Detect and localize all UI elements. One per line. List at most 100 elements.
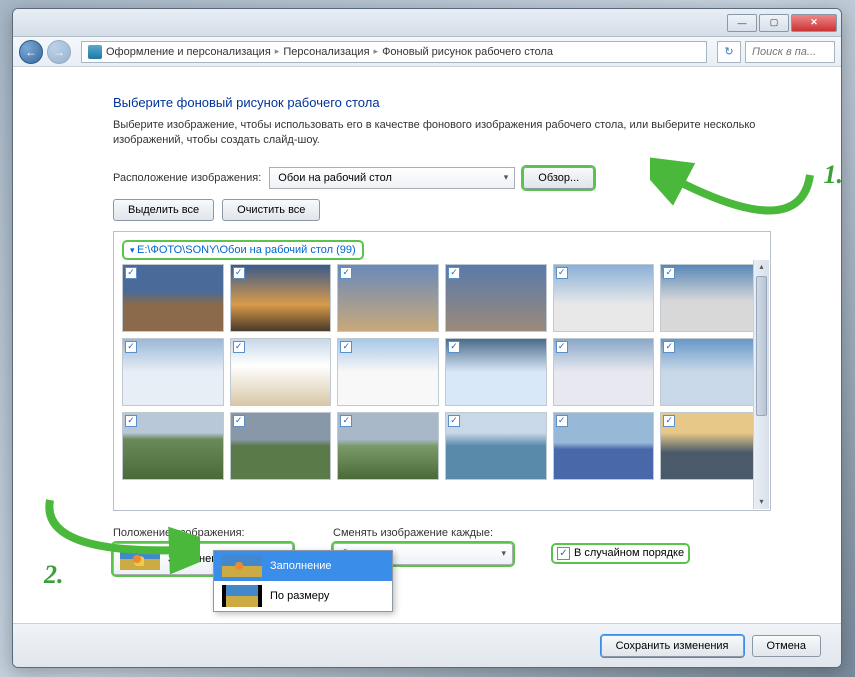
thumbnail-checkbox[interactable]: ✓ bbox=[233, 415, 245, 427]
thumbnail[interactable]: ✓ bbox=[553, 264, 655, 332]
thumbnail[interactable]: ✓ bbox=[553, 412, 655, 480]
thumbnail-image bbox=[661, 339, 761, 405]
thumbnail-image bbox=[554, 413, 654, 479]
chevron-right-icon: ▸ bbox=[275, 46, 280, 57]
close-button[interactable]: ✕ bbox=[791, 14, 837, 32]
location-label: Расположение изображения: bbox=[113, 172, 261, 184]
thumbnail[interactable]: ✓ bbox=[337, 412, 439, 480]
thumbnail-checkbox[interactable]: ✓ bbox=[125, 415, 137, 427]
thumbnail-checkbox[interactable]: ✓ bbox=[340, 415, 352, 427]
save-button[interactable]: Сохранить изменения bbox=[601, 635, 744, 657]
shuffle-column: ✓ В случайном порядке bbox=[553, 527, 688, 562]
thumbnail-image bbox=[123, 265, 223, 331]
thumbnail-grid: ✓ ✓ ✓ ✓ ✓ ✓ ✓ ✓ ✓ ✓ ✓ ✓ ✓ ✓ ✓ ✓ ✓ ✓ bbox=[122, 264, 762, 480]
thumbnail-image bbox=[661, 413, 761, 479]
back-button[interactable]: ← bbox=[19, 40, 43, 64]
thumbnail-image bbox=[446, 413, 546, 479]
thumbnail[interactable]: ✓ bbox=[122, 412, 224, 480]
breadcrumb-item[interactable]: Персонализация bbox=[283, 46, 369, 58]
thumbnail[interactable]: ✓ bbox=[230, 412, 332, 480]
thumbnail[interactable]: ✓ bbox=[660, 412, 762, 480]
scroll-up-icon[interactable]: ▴ bbox=[754, 260, 769, 274]
gallery: E:\ФОТО\SONY\Обои на рабочий стол (99) ✓… bbox=[113, 231, 771, 511]
thumbnail-checkbox[interactable]: ✓ bbox=[125, 267, 137, 279]
thumbnail-checkbox[interactable]: ✓ bbox=[233, 267, 245, 279]
thumbnail-checkbox[interactable]: ✓ bbox=[233, 341, 245, 353]
fill-thumbnail-icon bbox=[222, 555, 262, 577]
search-input[interactable] bbox=[745, 41, 835, 63]
browse-button[interactable]: Обзор... bbox=[523, 167, 594, 189]
dropdown-option-fit[interactable]: По размеру bbox=[214, 581, 392, 611]
dropdown-option-label: По размеру bbox=[270, 590, 329, 602]
thumbnail[interactable]: ✓ bbox=[445, 412, 547, 480]
thumbnail-checkbox[interactable]: ✓ bbox=[448, 415, 460, 427]
minimize-button[interactable]: — bbox=[727, 14, 757, 32]
thumbnail-checkbox[interactable]: ✓ bbox=[663, 341, 675, 353]
footer: Сохранить изменения Отмена bbox=[13, 623, 841, 667]
cancel-button[interactable]: Отмена bbox=[752, 635, 821, 657]
thumbnail-image bbox=[231, 339, 331, 405]
navbar: ← → Оформление и персонализация ▸ Персон… bbox=[13, 37, 841, 67]
thumbnail[interactable]: ✓ bbox=[445, 264, 547, 332]
thumbnail-image bbox=[231, 265, 331, 331]
scroll-down-icon[interactable]: ▾ bbox=[754, 495, 769, 509]
annotation-2: 2. bbox=[44, 560, 64, 590]
thumbnail-checkbox[interactable]: ✓ bbox=[340, 267, 352, 279]
options-row: Положение изображения: Заполнение Сменят… bbox=[113, 527, 771, 575]
thumbnail-checkbox[interactable]: ✓ bbox=[448, 341, 460, 353]
position-dropdown: Заполнение По размеру bbox=[213, 550, 393, 612]
thumbnail-checkbox[interactable]: ✓ bbox=[663, 415, 675, 427]
gallery-path[interactable]: E:\ФОТО\SONY\Обои на рабочий стол (99) bbox=[124, 242, 362, 258]
annotation-1: 1. bbox=[824, 160, 844, 190]
thumbnail[interactable]: ✓ bbox=[553, 338, 655, 406]
thumbnail-image bbox=[446, 339, 546, 405]
clear-all-button[interactable]: Очистить все bbox=[222, 199, 320, 221]
thumbnail[interactable]: ✓ bbox=[337, 264, 439, 332]
breadcrumb[interactable]: Оформление и персонализация ▸ Персонализ… bbox=[81, 41, 707, 63]
selection-buttons-row: Выделить все Очистить все bbox=[113, 199, 771, 221]
control-panel-icon bbox=[88, 45, 102, 59]
scroll-thumb[interactable] bbox=[756, 276, 767, 416]
thumbnail[interactable]: ✓ bbox=[122, 338, 224, 406]
thumbnail-checkbox[interactable]: ✓ bbox=[556, 341, 568, 353]
thumbnail[interactable]: ✓ bbox=[660, 264, 762, 332]
select-all-button[interactable]: Выделить все bbox=[113, 199, 214, 221]
dropdown-option-fill[interactable]: Заполнение bbox=[214, 551, 392, 581]
refresh-button[interactable]: ↻ bbox=[717, 41, 741, 63]
thumbnail[interactable]: ✓ bbox=[230, 338, 332, 406]
location-value: Обои на рабочий стол bbox=[278, 172, 392, 184]
thumbnail[interactable]: ✓ bbox=[660, 338, 762, 406]
checkbox-icon: ✓ bbox=[557, 547, 570, 560]
fit-thumbnail-icon bbox=[222, 585, 262, 607]
thumbnail-checkbox[interactable]: ✓ bbox=[663, 267, 675, 279]
page-title: Выберите фоновый рисунок рабочего стола bbox=[113, 95, 771, 110]
thumbnail[interactable]: ✓ bbox=[337, 338, 439, 406]
breadcrumb-item[interactable]: Фоновый рисунок рабочего стола bbox=[382, 46, 553, 58]
forward-button[interactable]: → bbox=[47, 40, 71, 64]
thumbnail-image bbox=[554, 265, 654, 331]
breadcrumb-item[interactable]: Оформление и персонализация bbox=[106, 46, 271, 58]
window: — ▢ ✕ ← → Оформление и персонализация ▸ … bbox=[12, 8, 842, 668]
thumbnail-image bbox=[338, 413, 438, 479]
thumbnail[interactable]: ✓ bbox=[445, 338, 547, 406]
thumbnail[interactable]: ✓ bbox=[122, 264, 224, 332]
thumbnail[interactable]: ✓ bbox=[230, 264, 332, 332]
thumbnail-checkbox[interactable]: ✓ bbox=[340, 341, 352, 353]
thumbnail-image bbox=[661, 265, 761, 331]
location-select[interactable]: Обои на рабочий стол bbox=[269, 167, 515, 189]
page-description: Выберите изображение, чтобы использовать… bbox=[113, 118, 771, 149]
thumbnail-checkbox[interactable]: ✓ bbox=[556, 415, 568, 427]
position-thumbnail-icon bbox=[120, 548, 160, 570]
thumbnail-checkbox[interactable]: ✓ bbox=[448, 267, 460, 279]
location-row: Расположение изображения: Обои на рабочи… bbox=[113, 167, 771, 189]
maximize-button[interactable]: ▢ bbox=[759, 14, 789, 32]
thumbnail-checkbox[interactable]: ✓ bbox=[556, 267, 568, 279]
position-label: Положение изображения: bbox=[113, 527, 293, 539]
thumbnail-image bbox=[554, 339, 654, 405]
dropdown-option-label: Заполнение bbox=[270, 560, 332, 572]
titlebar: — ▢ ✕ bbox=[13, 9, 841, 37]
shuffle-checkbox[interactable]: ✓ В случайном порядке bbox=[553, 545, 688, 562]
thumbnail-image bbox=[338, 265, 438, 331]
scrollbar[interactable]: ▴ ▾ bbox=[753, 260, 769, 509]
thumbnail-checkbox[interactable]: ✓ bbox=[125, 341, 137, 353]
